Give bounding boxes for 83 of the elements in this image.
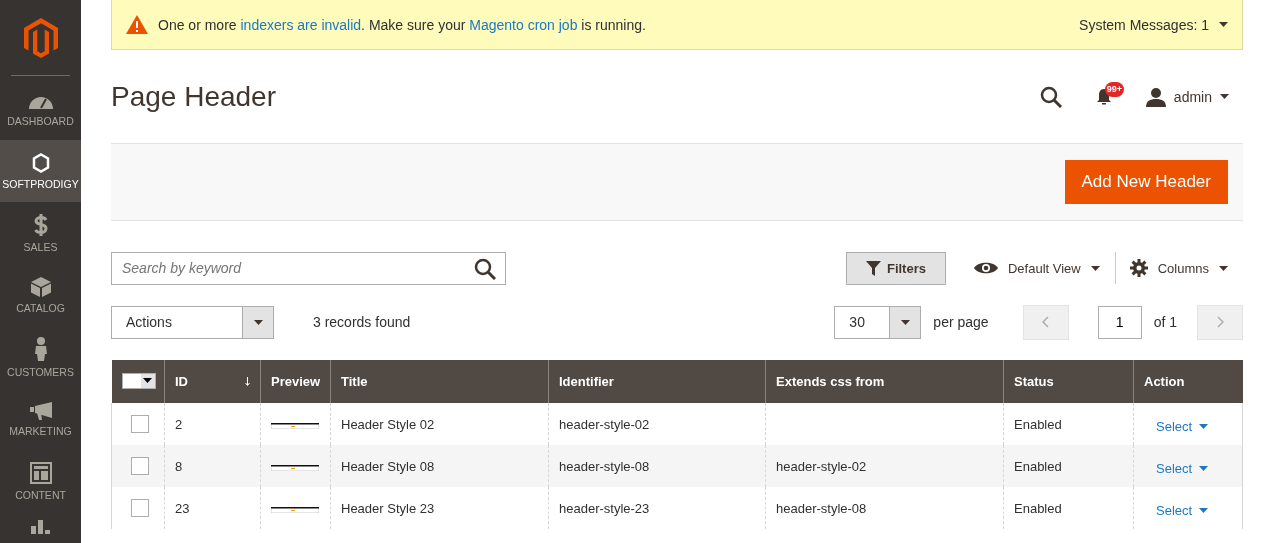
eye-icon — [973, 261, 998, 275]
caret-icon — [1199, 465, 1209, 471]
sidebar-item[interactable]: CONTENT — [0, 450, 81, 512]
sidebar-item[interactable]: CUSTOMERS — [0, 326, 81, 388]
per-page-select[interactable]: 30 — [834, 305, 922, 339]
row-checkbox[interactable] — [131, 457, 149, 475]
user-icon — [1145, 86, 1166, 107]
user-menu[interactable]: admin — [1173, 88, 1212, 105]
table-cell: Enabled — [1014, 458, 1062, 474]
bar-chart-icon — [30, 520, 51, 534]
caret-icon — [1090, 265, 1100, 271]
header-preview-thumbnail — [271, 464, 319, 471]
search-field[interactable]: Search by keyword — [111, 251, 506, 285]
column-header[interactable]: Status — [1014, 374, 1054, 389]
sidebar-item[interactable]: SOFTPRODIGY — [0, 140, 81, 202]
table-cell: Enabled — [1014, 416, 1062, 432]
caret-icon — [1219, 22, 1228, 27]
funnel-icon — [865, 260, 881, 276]
sidebar-item[interactable]: MARKETING — [0, 388, 81, 450]
page-count: of 1 — [1153, 314, 1177, 330]
sidebar-item[interactable]: SALES — [0, 202, 81, 264]
table-cell: Enabled — [1014, 500, 1062, 516]
table-cell: header-style-02 — [776, 458, 867, 474]
caret-icon — [1220, 94, 1229, 99]
message-link[interactable]: indexers are invalid — [240, 16, 362, 33]
column-header[interactable]: Identifier — [559, 374, 614, 389]
caret-icon — [900, 319, 910, 325]
system-message: One or more indexers are invalid. Make sure your Magento cron job is running. — [158, 16, 647, 33]
dollar-icon — [33, 213, 48, 236]
column-header[interactable]: Action — [1144, 374, 1185, 389]
select-action-link[interactable]: Select — [1156, 418, 1209, 434]
column-header[interactable]: Extends css from — [776, 374, 885, 389]
message-link[interactable]: Magento cron job — [469, 16, 578, 33]
mass-select-checkbox[interactable] — [121, 372, 156, 389]
table-cell: Header Style 08 — [341, 458, 435, 474]
column-header[interactable]: ID — [175, 374, 188, 389]
select-action-link[interactable]: Select — [1156, 502, 1209, 518]
filters-button[interactable]: Filters — [845, 251, 946, 285]
page-number-field[interactable]: 1 — [1097, 305, 1142, 339]
table-cell: header-style-23 — [559, 500, 650, 516]
notification-badge: 99+ — [1104, 81, 1125, 97]
add-new-header-button[interactable]: Add New Header — [1064, 160, 1228, 204]
sidebar-item[interactable]: CATALOG — [0, 264, 81, 326]
select-action-link[interactable]: Select — [1156, 460, 1209, 476]
table-cell: header-style-08 — [776, 500, 867, 516]
table-cell: header-style-08 — [559, 458, 650, 474]
layout-icon — [29, 461, 52, 484]
records-found: 3 records found — [313, 314, 411, 330]
sidebar-item[interactable]: DASHBOARD — [0, 78, 81, 140]
view-dropdown[interactable]: Default View — [1007, 260, 1081, 276]
header-preview-thumbnail — [271, 506, 319, 513]
table-cell: Header Style 23 — [341, 500, 435, 516]
search-icon[interactable] — [474, 257, 496, 280]
table-cell: 2 — [175, 416, 183, 432]
table-cell: 8 — [175, 458, 183, 474]
page-title: Page Header — [111, 80, 277, 113]
megaphone-icon — [29, 401, 52, 420]
person-icon — [34, 336, 47, 361]
caret-icon — [1199, 423, 1209, 429]
chevron-right-icon — [1216, 316, 1224, 328]
caret-icon — [1199, 507, 1209, 513]
per-page-label: per page — [933, 314, 989, 330]
warning-icon — [126, 15, 148, 34]
logo-icon[interactable] — [23, 17, 58, 58]
system-messages-counter[interactable]: System Messages: 1 — [1079, 16, 1209, 33]
columns-dropdown[interactable]: Columns — [1157, 260, 1209, 276]
search-icon[interactable] — [1039, 85, 1062, 108]
sort-arrow-icon — [245, 377, 250, 386]
caret-icon — [143, 378, 152, 383]
table-cell: 23 — [175, 500, 190, 516]
table-cell: Header Style 02 — [341, 416, 435, 432]
caret-icon — [1219, 265, 1228, 271]
actions-select[interactable]: Actions — [111, 305, 274, 339]
gear-icon — [1129, 259, 1148, 277]
column-header[interactable]: Title — [341, 374, 368, 389]
box-icon — [30, 276, 51, 297]
row-checkbox[interactable] — [131, 499, 149, 517]
hexagon-icon — [31, 152, 50, 173]
chevron-left-icon — [1042, 316, 1050, 328]
row-checkbox[interactable] — [131, 415, 149, 433]
caret-icon — [253, 319, 263, 325]
table-cell: header-style-02 — [559, 416, 650, 432]
header-preview-thumbnail — [271, 422, 319, 429]
